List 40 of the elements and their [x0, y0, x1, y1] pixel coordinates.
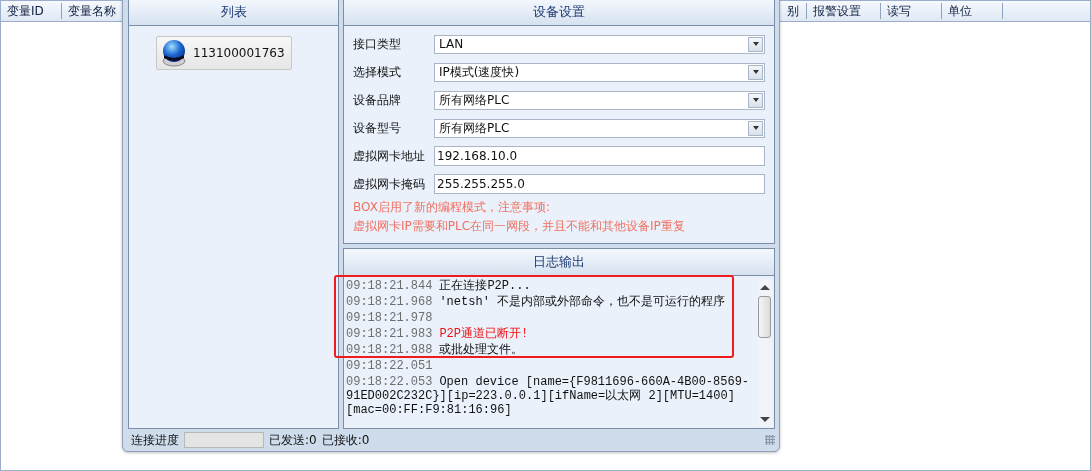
- log-line: 09:18:21.983 P2P通道已断开!: [346, 327, 530, 341]
- input-field[interactable]: 255.255.255.0: [434, 174, 765, 194]
- warning-text: BOX启用了新的编程模式，注意事项:: [353, 199, 551, 216]
- column-header[interactable]: 单位: [942, 3, 1003, 19]
- log-line: 09:18:21.988 或批处理文件。: [346, 343, 525, 357]
- received-count: 已接收:0: [321, 431, 370, 449]
- panel-title: 列表: [129, 0, 338, 26]
- field-label: 接口类型: [353, 35, 402, 53]
- field-label: 设备型号: [353, 119, 402, 137]
- resize-grip-icon[interactable]: [765, 435, 775, 445]
- status-label: 连接进度: [131, 431, 179, 449]
- column-header[interactable]: 别: [782, 3, 807, 19]
- scrollbar[interactable]: [757, 279, 772, 426]
- panel-title: 设备设置: [344, 0, 774, 26]
- column-header[interactable]: 变量ID: [1, 3, 62, 19]
- column-header[interactable]: 变量名称: [62, 3, 123, 19]
- dropdown[interactable]: IP模式(速度快): [434, 62, 765, 82]
- column-header[interactable]: 报警设置: [807, 3, 881, 19]
- field-label: 设备品牌: [353, 91, 402, 109]
- column-header[interactable]: 读写: [881, 3, 942, 19]
- globe-icon: [161, 39, 187, 67]
- dropdown[interactable]: 所有网络PLC: [434, 90, 765, 110]
- scroll-thumb[interactable]: [758, 296, 771, 338]
- panel-title: 日志输出: [344, 249, 774, 276]
- dropdown[interactable]: LAN: [434, 34, 765, 54]
- field-label: 虚拟网卡地址: [353, 147, 426, 165]
- scroll-up-icon[interactable]: [759, 285, 770, 290]
- field-label: 虚拟网卡掩码: [353, 175, 426, 193]
- timestamp: 09:18:21.978: [346, 311, 434, 325]
- device-button[interactable]: 113100001763: [156, 36, 292, 70]
- log-line: 09:18:21.844 正在连接P2P...: [346, 279, 532, 293]
- warning-text: 虚拟网卡IP需要和PLC在同一网段，并且不能和其他设备IP重复: [353, 218, 686, 235]
- input-field[interactable]: 192.168.10.0: [434, 146, 765, 166]
- log-line: 09:18:22.053 Open device [name={F9811696-660A-4B00-8569-91ED002C232C}][ip=223.0.0.1][ifName=以太网 2][MTU=1400][mac=00:FF:F9:81:16:96]: [346, 375, 751, 417]
- dropdown[interactable]: 所有网络PLC: [434, 118, 765, 138]
- timestamp: 09:18:22.051: [346, 359, 434, 373]
- field-label: 选择模式: [353, 63, 402, 81]
- log-line: 09:18:21.968 'netsh' 不是内部或外部命令，也不是可运行的程序: [346, 295, 727, 309]
- sent-count: 已发送:0: [269, 431, 317, 449]
- scroll-down-icon[interactable]: [759, 417, 770, 422]
